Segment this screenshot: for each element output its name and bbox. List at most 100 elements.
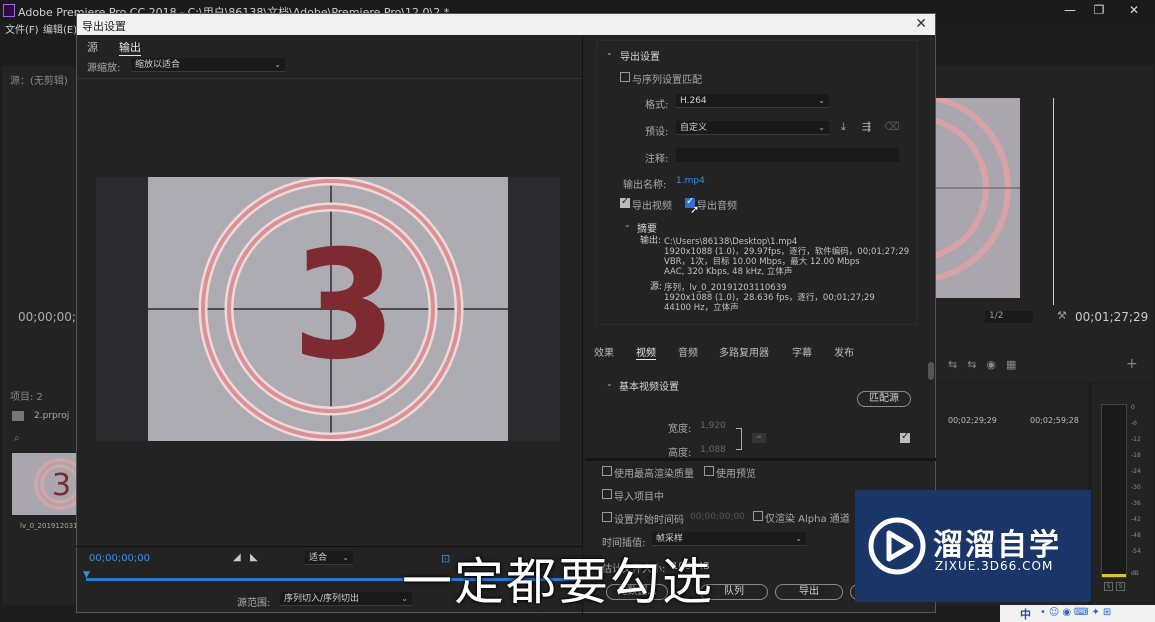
start-timecode-value[interactable]: 00;00;00;00	[690, 512, 745, 522]
program-preview	[936, 98, 1020, 298]
max-render-quality-checkbox[interactable]	[602, 466, 612, 476]
tab-audio[interactable]: 音频	[678, 344, 698, 359]
comment-input[interactable]	[676, 148, 899, 162]
playhead-icon[interactable]: ▼	[83, 570, 90, 580]
meter-scale: 0 -6 -12 -18 -24 -30 -36 -42 -48 -54 dB	[1131, 404, 1141, 577]
video-caption: 一定都要勾选	[402, 553, 714, 611]
match-source-checkbox[interactable]	[900, 431, 910, 443]
source-panel-label: 源：(无剪辑)	[10, 76, 68, 87]
import-into-project-label: 导入项目中	[614, 492, 664, 503]
export-button[interactable]: 导出	[775, 584, 843, 600]
tab-source[interactable]: 源	[87, 39, 98, 55]
tab-captions[interactable]: 字幕	[792, 344, 812, 359]
solo-button[interactable]: S	[1116, 582, 1125, 591]
tab-publish[interactable]: 发布	[834, 344, 854, 359]
height-value[interactable]: 1,088	[700, 445, 726, 455]
mark-out-icon[interactable]: ◣	[250, 552, 258, 563]
taskbar-tray: 中 •☺◉⌨✦⊞	[1000, 605, 1155, 622]
match-source-button[interactable]: 匹配源	[857, 391, 911, 407]
output-name-link[interactable]: 1.mp4	[676, 176, 705, 186]
chevron-down-icon: ⌄	[818, 123, 825, 132]
menu-edit[interactable]: 编辑(E)	[43, 21, 77, 36]
tab-video[interactable]: 视频	[636, 344, 656, 360]
export-preview: 3	[96, 177, 560, 441]
source-range-label: 源范围:	[237, 598, 271, 609]
summary-header: 摘要	[637, 224, 657, 235]
summary-source-line: 44100 Hz，立体声	[664, 303, 739, 313]
menu-file[interactable]: 文件(F)	[5, 21, 39, 36]
maximize-button[interactable]: ❐	[1089, 3, 1109, 17]
wrench-icon[interactable]: ⚒	[1057, 309, 1067, 322]
folder-icon	[12, 411, 24, 421]
export-video-checkbox[interactable]	[620, 196, 630, 208]
source-scaling-dropdown[interactable]: 缩放以适合 ⌄	[131, 58, 285, 72]
chevron-down-icon: ⌄	[818, 96, 825, 105]
program-timecode: 00;01;27;29	[1075, 310, 1149, 324]
set-start-timecode-checkbox[interactable]	[602, 512, 612, 522]
settings-scrollbar[interactable]	[928, 362, 934, 380]
save-preset-icon[interactable]: ⤓	[841, 120, 846, 134]
zoom-dropdown[interactable]: 1/2	[985, 311, 1033, 323]
preset-dropdown[interactable]: 自定义 ⌄	[676, 121, 829, 135]
width-value[interactable]: 1,920	[700, 421, 726, 431]
preset-label: 预设:	[645, 127, 669, 138]
close-app-button[interactable]: ✕	[1124, 3, 1144, 17]
solo-button[interactable]: S	[1104, 582, 1113, 591]
clip-thumbnail[interactable]: 3	[12, 453, 76, 515]
preview-timecode[interactable]: 00;00;00;00	[89, 553, 150, 564]
chevron-down-icon[interactable]: ⌄	[606, 48, 613, 57]
use-previews-checkbox[interactable]	[704, 466, 714, 476]
match-sequence-checkbox[interactable]	[620, 72, 630, 82]
export-settings-header: 导出设置	[620, 52, 660, 63]
watermark-url: ZIXUE.3D66.COM	[935, 559, 1054, 573]
fit-dropdown[interactable]: 适合 ⌄	[305, 551, 353, 565]
search-icon[interactable]: ⌕	[14, 433, 20, 444]
ime-indicator[interactable]: 中	[1020, 606, 1031, 622]
countdown-digit: 3	[292, 219, 397, 393]
import-into-project-checkbox[interactable]	[602, 489, 612, 499]
max-render-quality-label: 使用最高渲染质量	[614, 469, 694, 480]
monitor-transport-icons[interactable]: ⇆⇆◉▦	[948, 358, 1026, 371]
mark-in-icon[interactable]: ◢	[233, 552, 241, 563]
aspect-link-bracket	[736, 428, 742, 450]
tray-icons[interactable]: •☺◉⌨✦⊞	[1040, 607, 1114, 618]
alpha-only-label: 仅渲染 Alpha 通道	[765, 514, 850, 525]
playhead-line	[1053, 98, 1054, 305]
project-panel-title: 项目: 2	[10, 392, 43, 403]
alpha-only-checkbox[interactable]	[753, 511, 763, 521]
delete-preset-icon[interactable]: ⌫	[884, 120, 900, 133]
premiere-app-icon	[3, 4, 15, 17]
width-label: 宽度:	[668, 424, 692, 435]
chain-link-icon[interactable]: ∞	[752, 433, 766, 443]
summary-output-line: 1920x1088 (1.0)，29.97fps，逐行，软件编码，00;01;2…	[664, 247, 910, 257]
zixue-watermark: 溜溜自学 ZIXUE.3D66.COM	[855, 490, 1091, 602]
dialog-close-button[interactable]: ✕	[915, 16, 927, 32]
format-dropdown[interactable]: H.264 ⌄	[676, 94, 829, 108]
summary-output-label: 输出:	[640, 236, 662, 246]
export-audio-label: 导出音频	[697, 201, 737, 212]
svg-text:3: 3	[52, 468, 71, 503]
source-monitor-panel	[2, 66, 76, 386]
summary-output-line: C:\Users\86138\Desktop\1.mp4	[664, 237, 798, 247]
tab-output[interactable]: 输出	[119, 39, 141, 56]
add-button-icon[interactable]: +	[1126, 356, 1138, 372]
zixue-logo-icon	[868, 517, 926, 575]
summary-source-line: 序列，lv_0_20191203110639	[664, 283, 787, 293]
minimize-button[interactable]: —	[1060, 3, 1080, 17]
source-range-dropdown[interactable]: 序列切入/序列切出 ⌄	[280, 592, 412, 606]
watermark-brand: 溜溜自学	[933, 528, 1061, 563]
summary-output-line: AAC, 320 Kbps, 48 kHz, 立体声	[664, 267, 793, 277]
tab-effects[interactable]: 效果	[594, 344, 614, 359]
import-preset-icon[interactable]: ⇶	[862, 120, 871, 133]
height-label: 高度:	[668, 448, 692, 459]
chevron-down-icon[interactable]: ⌄	[606, 379, 613, 388]
output-name-label: 输出名称:	[623, 180, 667, 191]
dialog-titlebar	[77, 14, 935, 35]
chevron-down-icon[interactable]: ⌄	[624, 220, 631, 229]
tab-multiplexer[interactable]: 多路复用器	[719, 344, 769, 359]
summary-source-label: 源:	[650, 282, 663, 292]
summary-output-line: VBR，1次，目标 10.00 Mbps，最大 12.00 Mbps	[664, 257, 860, 267]
export-video-label: 导出视频	[632, 201, 672, 212]
audio-meter	[1101, 404, 1127, 578]
format-label: 格式:	[645, 100, 669, 111]
